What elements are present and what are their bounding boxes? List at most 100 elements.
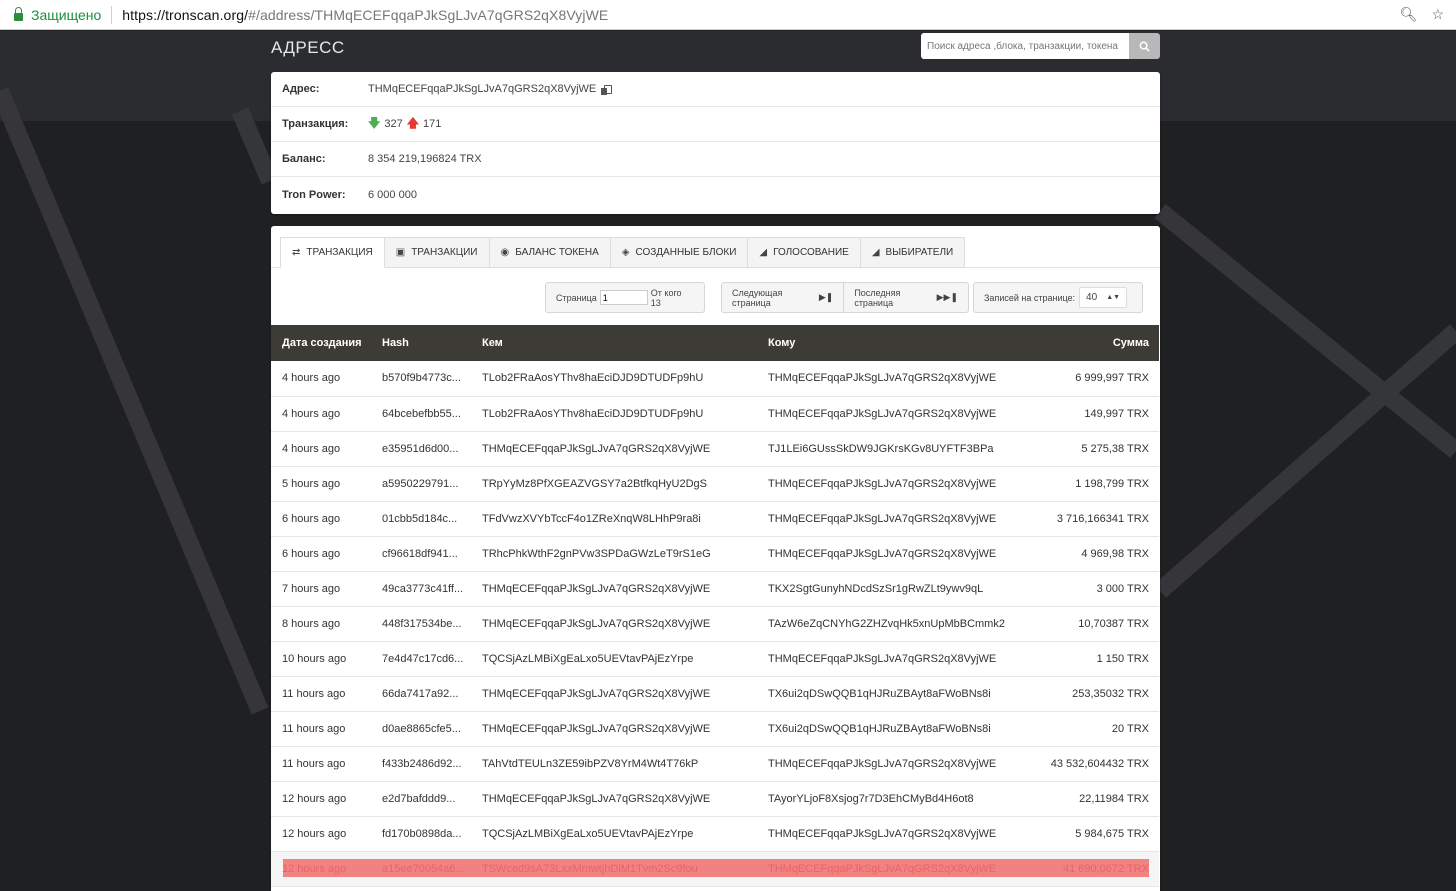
cell-from[interactable]: THMqECEFqqaPJkSgLJvA7qGRS2qX8VyjWE (471, 571, 757, 607)
cell-hash[interactable]: f433b2486d92... (371, 746, 471, 782)
cell-hash[interactable]: b570f9b4773c... (371, 361, 471, 397)
table-row[interactable]: 5 hours ago a5950229791... TRpYyMz8PfXGEAZ… (271, 466, 1159, 502)
column-header-to[interactable]: Кому (757, 325, 1037, 361)
balance-row: Баланс: 8 354 219,196824 TRX (271, 142, 1160, 177)
cube-icon: ◈ (621, 247, 630, 258)
cell-hash[interactable]: e2d7bafddd9... (371, 781, 471, 817)
cell-from[interactable]: THMqECEFqqaPJkSgLJvA7qGRS2qX8VyjWE (471, 431, 757, 467)
cell-to[interactable]: TJ1LEi6GUssSkDW9JGKrsKGv8UYFTF3BPa (757, 431, 1037, 467)
arrow-down-icon: 🡇 (368, 115, 381, 130)
cell-from[interactable]: TLob2FRaAosYThv8haEciDJD9DTUDFp9hU (471, 396, 757, 432)
cell-date: 11 hours ago (271, 746, 371, 782)
cell-from[interactable]: TQCSjAzLMBiXgEaLxo5UEVtavPAjEzYrpe (471, 641, 757, 677)
android-icon: ◉ (500, 247, 510, 258)
outgoing-count: 171 (423, 118, 442, 130)
table-row[interactable]: 6 hours ago cf96618df941... TRhcPhkWthF2gn… (271, 536, 1159, 572)
cell-to[interactable]: THMqECEFqqaPJkSgLJvA7qGRS2qX8VyjWE (757, 641, 1037, 677)
address-value[interactable]: THMqECEFqqaPJkSgLJvA7qGRS2qX8VyjWE (368, 83, 596, 95)
cell-date: 7 hours ago (271, 571, 371, 607)
cell-to[interactable]: THMqECEFqqaPJkSgLJvA7qGRS2qX8VyjWE (757, 466, 1037, 502)
browser-address-bar[interactable]: Защищено https://tronscan.org/#/address/… (0, 0, 1456, 30)
table-row[interactable]: 12 hours ago e2d7bafddd9... THMqECEFqqaPJk… (271, 781, 1159, 817)
cell-to[interactable]: THMqECEFqqaPJkSgLJvA7qGRS2qX8VyjWE (757, 816, 1037, 852)
cell-to[interactable]: THMqECEFqqaPJkSgLJvA7qGRS2qX8VyjWE (757, 536, 1037, 572)
cell-from[interactable]: TLob2FRaAosYThv8haEciDJD9DTUDFp9hU (471, 361, 757, 397)
zoom-icon[interactable]: 🔍︎ (1400, 6, 1418, 23)
cell-to[interactable]: TX6ui2qDSwQQB1qHJRuZBAyt8aFWoBNs8i (757, 676, 1037, 712)
table-row[interactable]: 4 hours ago e35951d6d00... THMqECEFqqaPJkS… (271, 431, 1159, 467)
column-header-hash[interactable]: Hash (371, 325, 471, 361)
table-row[interactable]: 4 hours ago b570f9b4773c... TLob2FRaAosYTh… (271, 361, 1159, 397)
cell-to[interactable]: THMqECEFqqaPJkSgLJvA7qGRS2qX8VyjWE (757, 501, 1037, 537)
table-row[interactable]: 10 hours ago 7e4d47c17cd6... TQCSjAzLMBiXg… (271, 641, 1159, 677)
cell-hash[interactable]: d0ae8865cfe5... (371, 711, 471, 747)
cell-hash[interactable]: 66da7417a92... (371, 676, 471, 712)
balance-label: Баланс: (282, 153, 326, 165)
cell-hash[interactable]: a5950229791... (371, 466, 471, 502)
cell-to[interactable]: TAzW6eZqCNYhG2ZHZvqHk5xnUpMbBCmmk2 (757, 606, 1037, 642)
cell-from[interactable]: TFdVwzXVYbTccF4o1ZReXnqW8LHhP9ra8i (471, 501, 757, 537)
table-row[interactable]: 11 hours ago d0ae8865cfe5... THMqECEFqqaPJ… (271, 711, 1159, 747)
table-row[interactable]: 7 hours ago 49ca3773c41ff... THMqECEFqqaPJ… (271, 571, 1159, 607)
tab-created-blocks[interactable]: ◈ СОЗДАННЫЕ БЛОКИ (610, 237, 749, 268)
star-icon[interactable]: ☆ (1431, 6, 1444, 23)
cell-from[interactable]: THMqECEFqqaPJkSgLJvA7qGRS2qX8VyjWE (471, 606, 757, 642)
cell-date: 5 hours ago (271, 466, 371, 502)
url-text[interactable]: https://tronscan.org/#/address/THMqECEFq… (122, 7, 608, 23)
arrow-up-icon: 🡅 (406, 115, 420, 130)
balance-value: 8 354 219,196824 TRX (368, 153, 482, 165)
tab-transfers[interactable]: ⇄ ТРАНЗАКЦИЯ (280, 237, 385, 268)
cell-to[interactable]: TX6ui2qDSwQQB1qHJRuZBAyt8aFWoBNs8i (757, 711, 1037, 747)
cell-to[interactable]: TAyorYLjoF8Xsjog7r7D3EhCMyBd4H6ot8 (757, 781, 1037, 817)
cell-date: 12 hours ago (271, 816, 371, 852)
table-row[interactable]: 12 hours ago fd170b0898da... TQCSjAzLMBiXg… (271, 816, 1159, 852)
cell-from[interactable]: TAhVtdTEULn3ZE59ibPZV8YrM4Wt4T76kP (471, 746, 757, 782)
table-row[interactable]: 11 hours ago 66da7417a92... THMqECEFqqaPJk… (271, 676, 1159, 712)
page-size-select[interactable]: 40 ▲▼ (1079, 287, 1128, 308)
page-size-selector: Записей на странице: 40 ▲▼ (973, 282, 1143, 313)
column-header-amount[interactable]: Сумма (1037, 325, 1159, 361)
page-input[interactable] (599, 290, 648, 305)
tab-bar: ⇄ ТРАНЗАКЦИЯ ▣ ТРАНЗАКЦИИ ◉ БАЛАНС ТОКЕН… (280, 237, 966, 268)
column-header-date[interactable]: Дата создания (271, 325, 371, 361)
cell-hash[interactable]: 01cbb5d184c... (371, 501, 471, 537)
cell-to[interactable]: THMqECEFqqaPJkSgLJvA7qGRS2qX8VyjWE (757, 361, 1037, 397)
cell-hash[interactable]: 49ca3773c41ff... (371, 571, 471, 607)
next-page-button[interactable]: Следующая страница ▶❚ (722, 283, 843, 312)
cell-from[interactable]: THMqECEFqqaPJkSgLJvA7qGRS2qX8VyjWE (471, 781, 757, 817)
last-page-button[interactable]: Последняя страница ▶▶❚ (843, 283, 968, 312)
tab-transactions[interactable]: ▣ ТРАНЗАКЦИИ (384, 237, 490, 268)
tab-voters[interactable]: ◢ ВЫБИРАТЕЛИ (860, 237, 966, 268)
table-row[interactable]: 6 hours ago 01cbb5d184c... TFdVwzXVYbTccF4… (271, 501, 1159, 537)
cell-hash[interactable]: fd170b0898da... (371, 816, 471, 852)
cell-hash[interactable]: 448f317534be... (371, 606, 471, 642)
cell-date: 4 hours ago (271, 431, 371, 467)
cell-date: 10 hours ago (271, 641, 371, 677)
table-row[interactable]: 11 hours ago f433b2486d92... TAhVtdTEULn3Z… (271, 746, 1159, 782)
cell-from[interactable]: TQCSjAzLMBiXgEaLxo5UEVtavPAjEzYrpe (471, 816, 757, 852)
search-input[interactable] (921, 33, 1129, 59)
column-header-from[interactable]: Кем (471, 325, 757, 361)
cell-hash[interactable]: 64bcebefbb55... (371, 396, 471, 432)
tab-voting[interactable]: ◢ ГОЛОСОВАНИЕ (748, 237, 861, 268)
cell-to[interactable]: THMqECEFqqaPJkSgLJvA7qGRS2qX8VyjWE (757, 396, 1037, 432)
cell-to[interactable]: TKX2SgtGunyhNDcdSzSr1gRwZLt9ywv9qL (757, 571, 1037, 607)
address-info-card: Адрес: THMqECEFqqaPJkSgLJvA7qGRS2qX8VyjW… (271, 72, 1160, 214)
cell-from[interactable]: TRpYyMz8PfXGEAZVGSY7a2BtfkqHyU2DgS (471, 466, 757, 502)
cell-to[interactable]: THMqECEFqqaPJkSgLJvA7qGRS2qX8VyjWE (757, 746, 1037, 782)
table-row[interactable]: 4 hours ago 64bcebefbb55... TLob2FRaAosYTh… (271, 396, 1159, 432)
cell-from[interactable]: THMqECEFqqaPJkSgLJvA7qGRS2qX8VyjWE (471, 711, 757, 747)
cell-hash[interactable]: 7e4d47c17cd6... (371, 641, 471, 677)
cell-hash[interactable]: cf96618df941... (371, 536, 471, 572)
cell-from[interactable]: TRhcPhkWthF2gnPVw3SPDaGWzLeT9rS1eG (471, 536, 757, 572)
table-row[interactable]: 8 hours ago 448f317534be... THMqECEFqqaPJk… (271, 606, 1159, 642)
cell-hash[interactable]: e35951d6d00... (371, 431, 471, 467)
bullhorn-icon: ◢ (871, 247, 880, 258)
cell-from[interactable]: THMqECEFqqaPJkSgLJvA7qGRS2qX8VyjWE (471, 676, 757, 712)
cell-date: 11 hours ago (271, 676, 371, 712)
cell-amount: 20 TRX (1037, 711, 1159, 747)
search-button[interactable] (1129, 33, 1160, 59)
copy-icon[interactable] (601, 84, 613, 95)
cell-amount: 5 275,38 TRX (1037, 431, 1159, 467)
tab-token-balance[interactable]: ◉ БАЛАНС ТОКЕНА (489, 237, 611, 268)
